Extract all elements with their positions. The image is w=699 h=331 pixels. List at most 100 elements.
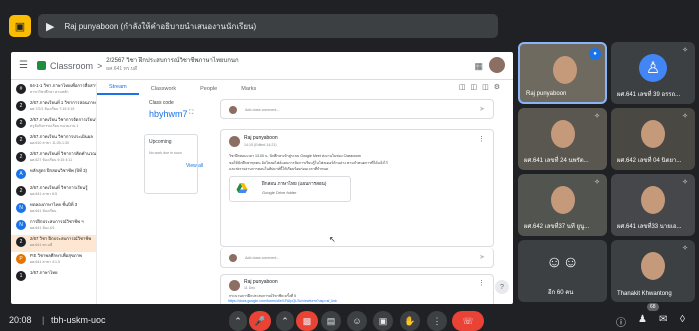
captions-icon[interactable]: ▤ — [321, 311, 341, 331]
pin-icon[interactable]: ✧ — [682, 244, 688, 252]
participant-tile[interactable]: ✧ Thanakit Khwantong — [611, 240, 695, 302]
class-sidebar: #64-1-1 วิชา ภาษาไทยเพื่อการสื่อสาร สาขาว… — [11, 82, 97, 304]
sidebar-class-item[interactable]: N ทดลองภาษาไทย ชั้นปีที่ 3 ผศ.641 ห้องเรีย… — [11, 201, 96, 218]
class-tabs: Stream Classwork People Marks ◫◫◫⚙ — [97, 80, 513, 95]
sidebar-class-section: ผศ.641 ทร.บดี — [30, 243, 53, 247]
presenter-label: Raj punyaboon (กำลังให้คำอธิบายนำเสนองาน… — [64, 21, 257, 31]
class-avatar-icon: 2 — [16, 118, 26, 128]
sidebar-class-item[interactable]: 2 2/67 ภาคเรียนที่ วิชาการเรียนรู้ ผศ.641 … — [11, 184, 96, 201]
view-all-link[interactable]: View all — [186, 163, 203, 169]
end-call-icon[interactable]: ☏ — [452, 311, 484, 331]
sidebar-class-item[interactable]: A หลักสูตร ฝึกสอนวิชาชีพ (ปีที่ 3) — [11, 167, 96, 184]
sidebar-class-section: ผศ.610 สาขา 11:30-1:30 — [30, 141, 69, 145]
post-date: 14:15 (Edited 14:21) — [244, 143, 277, 147]
participant-video — [641, 120, 665, 148]
sidebar-class-section: ผศ.7/2/1 ห้องเรียน 7:15 9:15 — [30, 107, 75, 111]
group-avatars-icon: ☺☺ — [546, 254, 579, 271]
sidebar-class-item[interactable]: 2 2/67 ภาคเรียน วิชาการจัดการเรียนรู้ ครูจ… — [11, 116, 96, 133]
camera-off-icon[interactable]: ▩ — [296, 311, 318, 331]
post-link[interactable]: https://docs.google.com/forms/d/e/1FAIpQ… — [228, 299, 337, 303]
info-icon[interactable]: ⓘ — [616, 314, 626, 329]
sidebar-class-name: 2/67 ภาคเรียนที่ 1 วิชาการสอนภาษาไทย — [30, 100, 96, 105]
participant-tile[interactable]: ✧ ผศ.642 เลขที่ 04 นิตยา... — [611, 108, 695, 170]
fullscreen-icon[interactable]: ⛶ — [189, 110, 193, 117]
participant-tile[interactable]: ✧ ผศ.642 เลขที่37 นที ยูนู... — [518, 174, 607, 236]
menu-icon[interactable]: ☰ — [19, 60, 31, 71]
breadcrumb-chevron-icon: > — [97, 60, 103, 71]
more-options-icon[interactable]: ⋮ — [427, 311, 447, 331]
pin-icon[interactable]: ✧ — [682, 178, 688, 186]
participant-tile[interactable]: ☺☺ อีก 60 คน — [518, 240, 607, 302]
sidebar-class-name: หลักสูตร ฝึกสอนวิชาชีพ (ปีที่ 3) — [30, 168, 87, 173]
sidebar-class-name: การฝึกประสบการณ์วิชาชีพ ฯ — [30, 219, 84, 224]
apps-grid-icon[interactable]: ▦ — [474, 61, 483, 72]
participant-video — [550, 120, 575, 148]
tab-stream[interactable]: Stream — [97, 84, 139, 95]
tab-marks[interactable]: Marks — [229, 86, 268, 95]
video-options-chevron-icon[interactable]: ⌃ — [276, 311, 294, 331]
sidebar-class-item[interactable]: P P.E วิชาพลศึกษาเพื่อสุขภาพ ผศ.641 สาขา 4… — [11, 252, 96, 269]
present-screen-icon[interactable]: ▣ — [9, 15, 31, 37]
sidebar-class-item[interactable]: 2 2/67 ภาคเรียน วิชาการประเมินผล ผศ.610 สา… — [11, 133, 96, 150]
class-avatar-icon: 2 — [16, 186, 26, 196]
class-code: hbyhwm7 — [149, 109, 188, 119]
emoji-reaction-icon[interactable]: ☺ — [347, 311, 367, 331]
participant-tile[interactable]: ✧ ผศ.641 เลขที่33 นายเอ... — [611, 174, 695, 236]
person-avatar-icon: ♙ — [639, 54, 667, 82]
people-icon[interactable]: ♟ — [638, 314, 647, 325]
comment-box[interactable]: Add class comment... ➤ — [220, 99, 494, 119]
class-subtitle: ผศ.641 ทร.บดี — [106, 66, 138, 72]
class-avatar-icon: N — [16, 203, 26, 213]
send-icon[interactable]: ➤ — [479, 253, 485, 261]
more-options-icon[interactable]: ⋮ — [478, 279, 485, 287]
sidebar-class-item[interactable]: #64-1-1 วิชา ภาษาไทยเพื่อการสื่อสาร สาขาว… — [11, 82, 96, 99]
speaking-indicator-icon: ● — [589, 48, 601, 60]
raise-hand-icon[interactable]: ✋ — [400, 311, 420, 331]
pin-icon[interactable]: ✧ — [594, 112, 600, 120]
participant-tile[interactable]: ✧ ผศ.641 เลขที่ 24 นพรัต... — [518, 108, 607, 170]
chat-icon[interactable]: ✉ — [659, 314, 667, 325]
sidebar-class-item[interactable]: 2 2/67 ภาคเรียนที่ 1 วิชาการสอนภาษาไทยผศ.… — [11, 99, 96, 116]
help-icon[interactable]: ? — [495, 280, 509, 294]
present-screen-button[interactable]: ▣ — [373, 311, 393, 331]
sidebar-class-name: ทดลองภาษาไทย ชั้นปีที่ 3 — [30, 202, 78, 207]
mouse-cursor-icon: ↖ — [329, 235, 336, 244]
participant-name: Raj punyaboon — [526, 91, 567, 97]
sidebar-class-name: 2/67 ภาคเรียน วิชาการประเมินผล — [30, 134, 93, 139]
avatar[interactable] — [489, 57, 505, 73]
participant-tile[interactable]: ♙ ✧ ผศ.641 เลขที่ 39 อรรถ... — [611, 42, 695, 104]
avatar — [229, 136, 240, 147]
avatar — [229, 106, 237, 114]
google-drive-icon — [236, 183, 248, 193]
shared-screen: ☰ Classroom > 2/2567 วิชา ฝึกประสบการณ์ว… — [11, 52, 513, 304]
sidebar-class-item[interactable]: 1 1/67 ภาษาไทย — [11, 269, 96, 286]
class-avatar-icon: # — [16, 84, 26, 94]
class-avatar-icon: A — [16, 169, 26, 179]
pin-icon[interactable]: ✧ — [682, 112, 688, 120]
sidebar-class-item[interactable]: N การฝึกประสบการณ์วิชาชีพ ฯผศ.641 ห้อง 4/… — [11, 218, 96, 235]
sidebar-class-item[interactable]: 2 2/67 วิชา ฝึกประสบการณ์วิชาชีพ ผศ.641 ทร… — [11, 235, 96, 252]
sidebar-class-section: ผศ.627 ห้องเรียน 9:15 4:11 — [30, 158, 73, 162]
upcoming-none: No work due in soon — [149, 151, 182, 155]
comment-box[interactable]: Add class comment... ➤ — [220, 248, 494, 268]
pin-icon[interactable]: ✧ — [594, 178, 600, 186]
mic-off-icon[interactable]: 🎤 — [249, 311, 271, 331]
class-avatar-icon: N — [16, 220, 26, 230]
classroom-title[interactable]: Classroom — [50, 61, 93, 71]
more-options-icon[interactable]: ⋮ — [478, 135, 485, 143]
participant-name: ผศ.641 เลขที่33 นายเอ... — [617, 224, 682, 230]
pin-icon[interactable]: ✧ — [682, 46, 688, 54]
activities-icon[interactable]: ◊ — [680, 314, 685, 325]
sidebar-class-name: P.E วิชาพลศึกษาเพื่อสุขภาพ — [30, 253, 82, 258]
attachment-title[interactable]: ฝึกสอน ภาษาไทย (แผนการสอน) — [262, 181, 326, 188]
participant-tile[interactable]: ● Raj punyaboon — [518, 42, 607, 104]
send-icon[interactable]: ➤ — [479, 105, 485, 113]
sidebar-class-item[interactable]: 2 2/67 ภาคเรียนที่ วิชาการคิดคำนวณ ผศ.627 … — [11, 150, 96, 167]
upcoming-title: Upcoming — [149, 139, 172, 145]
tab-tool-icons[interactable]: ◫◫◫⚙ — [459, 83, 505, 91]
tab-people[interactable]: People — [188, 86, 229, 95]
sidebar-class-name: 2/67 ภาคเรียนที่ วิชาการเรียนรู้ — [30, 185, 88, 190]
tab-classwork[interactable]: Classwork — [139, 86, 188, 95]
audio-options-chevron-icon[interactable]: ⌃ — [229, 311, 247, 331]
class-name[interactable]: 2/2567 วิชา ฝึกประสบการณ์วิชาชีพภาษาไทยบ… — [106, 58, 238, 65]
